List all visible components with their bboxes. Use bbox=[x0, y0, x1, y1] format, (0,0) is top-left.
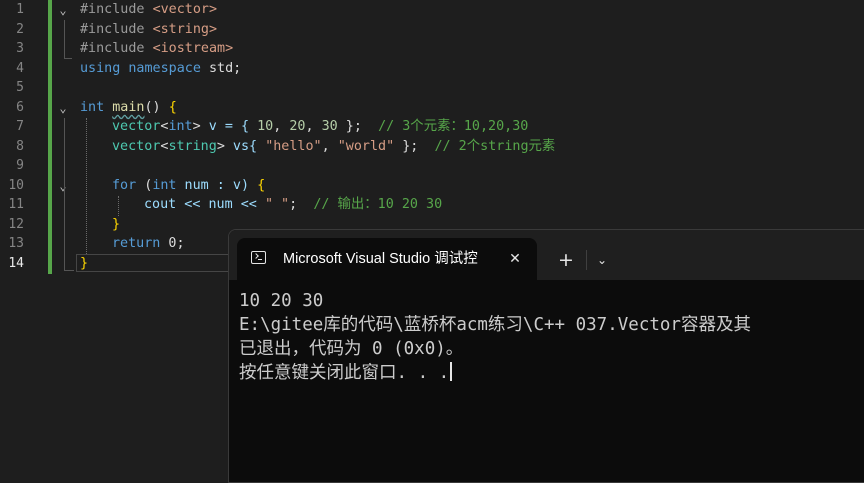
output-line-prompt: 按任意键关闭此窗口. . . bbox=[239, 361, 864, 385]
line-number: 1 bbox=[16, 2, 24, 17]
line-number: 3 bbox=[16, 41, 24, 56]
chevron-down-icon[interactable]: ⌄ bbox=[57, 98, 69, 118]
current-line-highlight bbox=[76, 254, 236, 272]
indent-guide bbox=[86, 118, 87, 254]
line-number: 4 bbox=[16, 61, 24, 76]
line-number: 13 bbox=[8, 236, 24, 251]
line-number: 2 bbox=[16, 22, 24, 37]
line-number: 8 bbox=[16, 139, 24, 154]
line-number: 6 bbox=[16, 100, 24, 115]
code-line[interactable]: #include <vector> bbox=[80, 0, 217, 20]
output-line: 10 20 30 bbox=[239, 291, 324, 311]
console-titlebar[interactable]: Microsoft Visual Studio 调试控 ✕ + ⌄ bbox=[229, 230, 864, 280]
line-number: 9 bbox=[16, 158, 24, 173]
chevron-down-icon[interactable]: ⌄ bbox=[57, 0, 69, 20]
fold-guide bbox=[64, 196, 65, 232]
divider bbox=[586, 250, 587, 270]
line-number: 11 bbox=[8, 197, 24, 212]
change-indicator-bar bbox=[48, 0, 52, 274]
fold-guide bbox=[64, 20, 65, 58]
debug-console-window[interactable]: Microsoft Visual Studio 调试控 ✕ + ⌄ 10 20 … bbox=[228, 229, 864, 483]
close-icon[interactable]: ✕ bbox=[505, 249, 525, 269]
code-line[interactable]: #include <iostream> bbox=[80, 39, 233, 59]
output-text: 按任意键关闭此窗口. . . bbox=[239, 363, 450, 383]
indent-guide bbox=[118, 196, 119, 216]
fold-guide bbox=[64, 58, 72, 59]
code-line[interactable]: vector<string> vs{ "hello", "world" }; /… bbox=[112, 137, 555, 157]
line-number-active: 14 bbox=[8, 256, 24, 271]
output-line: 已退出，代码为 0 (0x0)。 bbox=[239, 339, 464, 359]
code-line[interactable]: cout << num << " "; // 输出：10 20 30 bbox=[144, 195, 442, 215]
code-line[interactable]: for (int num : v) { bbox=[112, 176, 265, 196]
code-line[interactable]: using namespace std; bbox=[80, 59, 241, 79]
chevron-down-icon[interactable]: ⌄ bbox=[590, 248, 614, 272]
code-line[interactable]: } bbox=[80, 254, 88, 274]
new-tab-button[interactable]: + bbox=[552, 248, 580, 272]
terminal-icon bbox=[251, 251, 266, 264]
code-line[interactable]: return 0; bbox=[112, 234, 185, 254]
code-line[interactable]: #include <string> bbox=[80, 20, 217, 40]
fold-guide bbox=[64, 118, 65, 270]
code-line[interactable]: } bbox=[112, 215, 120, 235]
chevron-down-icon[interactable]: ⌄ bbox=[57, 176, 69, 196]
code-line[interactable]: int main() { bbox=[80, 98, 177, 118]
tab-debug-console[interactable]: Microsoft Visual Studio 调试控 ✕ bbox=[237, 238, 537, 280]
fold-guide bbox=[64, 270, 74, 271]
line-number: 7 bbox=[16, 119, 24, 134]
line-number: 12 bbox=[8, 217, 24, 232]
console-output[interactable]: 10 20 30 E:\gitee库的代码\蓝桥杯acm练习\C++ 037.V… bbox=[239, 289, 864, 385]
output-line: E:\gitee库的代码\蓝桥杯acm练习\C++ 037.Vector容器及其 bbox=[239, 315, 751, 335]
code-line[interactable]: vector<int> v = { 10, 20, 30 }; // 3个元素：… bbox=[112, 117, 528, 137]
line-number: 5 bbox=[16, 80, 24, 95]
text-cursor bbox=[450, 362, 452, 381]
tab-title: Microsoft Visual Studio 调试控 bbox=[283, 251, 478, 267]
line-number: 10 bbox=[8, 178, 24, 193]
